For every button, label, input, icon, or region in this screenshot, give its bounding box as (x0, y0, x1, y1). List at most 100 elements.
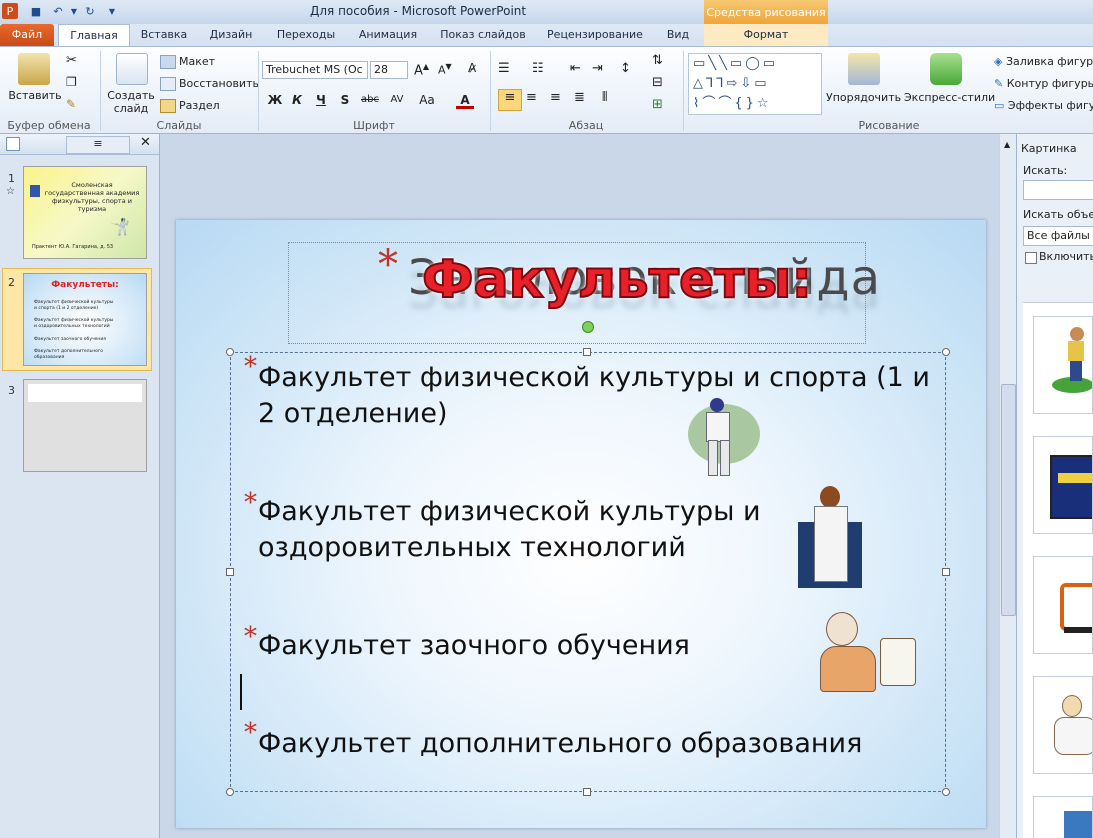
scroll-thumb[interactable] (1001, 384, 1016, 616)
paste-button[interactable]: Вставить (8, 89, 62, 102)
clipart-result-golfer[interactable] (1033, 316, 1093, 414)
include-checkbox[interactable] (1025, 252, 1037, 264)
layout-label: Макет (179, 55, 216, 68)
tab-review[interactable]: Рецензирование (542, 24, 648, 46)
align-center-icon[interactable]: ≡ (526, 90, 537, 105)
close-pane-icon[interactable]: ✕ (140, 135, 151, 150)
reset-button[interactable]: Восстановить (160, 77, 259, 91)
shape-effects-button[interactable]: ▭ Эффекты фигур (994, 99, 1093, 112)
resize-handle[interactable] (226, 568, 234, 576)
tab-view[interactable]: Вид (660, 24, 696, 46)
arrange-button[interactable]: Упорядочить (826, 91, 901, 104)
section-button[interactable]: Раздел (160, 99, 220, 113)
tab-slideshow[interactable]: Показ слайдов (436, 24, 530, 46)
tab-format[interactable]: Формат (704, 24, 828, 46)
clipart-result-person[interactable] (1033, 676, 1093, 774)
copy-icon[interactable]: ❐ (66, 75, 77, 89)
cut-icon[interactable]: ✂ (66, 53, 77, 68)
underline-button[interactable]: Ч (312, 91, 330, 109)
bullet-text: Факультет заочного обучения (258, 630, 690, 661)
resize-handle[interactable] (226, 788, 234, 796)
bold-button[interactable]: Ж (266, 91, 284, 109)
search-in-select[interactable]: Все файлы му (1023, 226, 1093, 246)
resize-handle[interactable] (942, 788, 950, 796)
slide-thumbnail-3[interactable] (23, 379, 147, 472)
thumbnail-number: 1 (8, 172, 15, 185)
save-icon[interactable]: ■ (28, 3, 44, 19)
font-size-combo[interactable]: 28 (370, 61, 408, 79)
paragraph-group-label: Абзац (568, 119, 604, 132)
font-color-icon[interactable]: A (456, 91, 474, 109)
char-spacing-button[interactable]: AV (386, 91, 408, 109)
customize-toolbar-icon[interactable]: ▼ (104, 3, 120, 19)
strikethrough-button[interactable]: abc (358, 91, 382, 109)
justify-icon[interactable]: ≣ (574, 90, 585, 105)
doctor-clipart[interactable] (798, 486, 862, 588)
decrease-indent-icon[interactable]: ⇤ (570, 61, 581, 76)
title-bar: P ■ ↶ ▼ ↻ ▼ Для пособия - Microsoft Powe… (0, 0, 1093, 24)
redo-icon[interactable]: ↻ (82, 3, 98, 19)
clipart-result-menorah[interactable] (1033, 436, 1093, 534)
italic-button[interactable]: К (288, 91, 306, 109)
clear-formatting-icon[interactable]: A̷ (468, 61, 476, 75)
clipart-result-partial[interactable] (1033, 796, 1093, 838)
group-separator (100, 51, 101, 131)
shapes-gallery[interactable]: ▭╲╲▭◯▭ △ꓶꓶ⇨⇩▭ ⌇⌒⌒{}☆ (688, 53, 822, 115)
smartart-icon[interactable]: ⊞ (652, 97, 663, 112)
shrink-font-icon[interactable]: A▼ (438, 62, 452, 77)
slides-tab-icon[interactable] (6, 137, 20, 151)
columns-icon[interactable]: ⫴ (602, 90, 607, 105)
align-text-icon[interactable]: ⊟ (652, 75, 663, 90)
baseball-player-clipart[interactable] (688, 396, 764, 480)
canvas-scrollbar[interactable]: ▲ (999, 134, 1016, 838)
new-slide-button[interactable]: Создать слайд (106, 89, 156, 115)
thumb-1-title: Смоленская государственная академия физк… (44, 181, 140, 213)
animation-star-icon: ☆ (6, 186, 15, 197)
rotation-handle[interactable] (582, 321, 594, 333)
shape-fill-label: Заливка фигуры (1005, 55, 1093, 68)
undo-dropdown-icon[interactable]: ▼ (66, 3, 82, 19)
tab-transitions[interactable]: Переходы (272, 24, 340, 46)
numbering-icon[interactable]: ☷ (532, 61, 544, 76)
shadow-button[interactable]: S (336, 91, 354, 109)
scroll-up-icon[interactable]: ▲ (1004, 140, 1010, 149)
resize-handle[interactable] (583, 348, 591, 356)
shape-fill-button[interactable]: ◈ Заливка фигуры (994, 55, 1093, 68)
quick-styles-icon (930, 53, 962, 85)
tab-animation[interactable]: Анимация (352, 24, 424, 46)
resize-handle[interactable] (942, 348, 950, 356)
align-right-icon[interactable]: ≡ (550, 90, 561, 105)
line-spacing-icon[interactable]: ↕ (620, 61, 631, 76)
slide-thumbnail-2[interactable]: Факультеты: Факультет физической культур… (23, 273, 147, 366)
text-direction-icon[interactable]: ⇅ (652, 53, 663, 68)
grow-font-icon[interactable]: A▲ (414, 62, 429, 78)
powerpoint-icon: P (2, 3, 18, 19)
tab-file[interactable]: Файл (0, 24, 54, 46)
quick-styles-button[interactable]: Экспресс-стили (904, 91, 995, 104)
thumb-2-item: Факультет физической культуры и оздорови… (34, 318, 114, 329)
layout-button[interactable]: Макет (160, 55, 215, 69)
slide[interactable]: * Заголовок слайда Факультеты: * Факульт… (176, 220, 986, 828)
align-left-button[interactable]: ≡ (498, 89, 522, 111)
undo-icon[interactable]: ↶ (50, 3, 66, 19)
computer-user-clipart[interactable] (820, 612, 920, 704)
tab-design[interactable]: Дизайн (200, 24, 262, 46)
increase-indent-icon[interactable]: ⇥ (592, 61, 603, 76)
slide-thumbnail-1[interactable]: Смоленская государственная академия физк… (23, 166, 147, 259)
shape-outline-button[interactable]: ✎ Контур фигуры (994, 77, 1093, 90)
include-label: Включить (1039, 250, 1093, 263)
drawing-tools-header: Средства рисования (704, 0, 828, 24)
resize-handle[interactable] (583, 788, 591, 796)
clipart-pane-title: Картинка (1021, 142, 1077, 155)
tab-insert[interactable]: Вставка (136, 24, 192, 46)
clipart-result-tv[interactable] (1033, 556, 1093, 654)
bullets-icon[interactable]: ☰ (498, 61, 510, 76)
search-input[interactable] (1023, 180, 1093, 200)
resize-handle[interactable] (942, 568, 950, 576)
resize-handle[interactable] (226, 348, 234, 356)
tab-home[interactable]: Главная (58, 24, 130, 46)
format-painter-icon[interactable]: ✎ (66, 97, 76, 111)
change-case-button[interactable]: Aa (416, 91, 438, 109)
outline-tab-icon[interactable]: ≡ (66, 136, 130, 154)
font-name-combo[interactable]: Trebuchet MS (Ос (262, 61, 368, 79)
